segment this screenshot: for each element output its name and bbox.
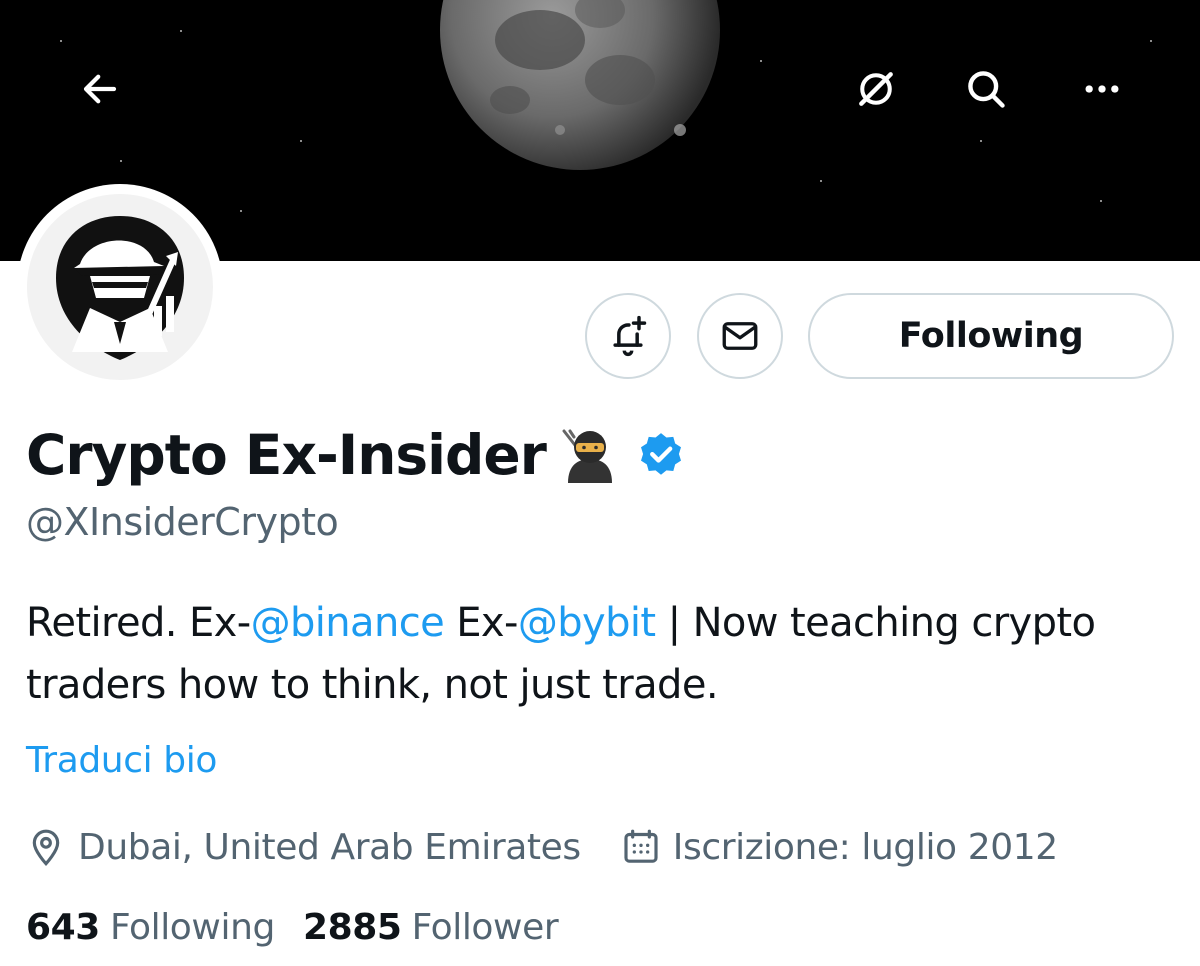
location-pin-icon <box>26 827 66 867</box>
following-button[interactable]: Following <box>808 293 1174 379</box>
envelope-icon <box>722 322 758 350</box>
translate-bio-link[interactable]: Traduci bio <box>26 740 217 781</box>
followers-count-link[interactable]: 2885 Follower <box>302 906 559 948</box>
star <box>300 140 302 142</box>
search-icon <box>968 71 1005 108</box>
star <box>240 210 242 212</box>
grok-slash-icon <box>859 72 893 106</box>
display-name: Crypto Ex-Insider <box>26 423 547 487</box>
calendar-icon <box>621 827 661 867</box>
following-count-link[interactable]: 643 Following <box>26 907 275 948</box>
message-button[interactable] <box>697 293 783 379</box>
star <box>1150 40 1152 42</box>
grok-button[interactable] <box>846 59 906 119</box>
moon-image <box>440 0 720 170</box>
mention-link[interactable]: @binance <box>251 600 445 646</box>
bio-text: Retired. Ex- <box>26 600 251 646</box>
followers-count: 2885 <box>302 906 402 948</box>
star <box>120 160 122 162</box>
star <box>180 30 182 32</box>
following-count: 643 <box>26 906 100 948</box>
arrow-left-icon <box>83 74 117 104</box>
star <box>60 40 62 42</box>
mention-link[interactable]: @bybit <box>518 600 656 646</box>
star <box>760 60 762 62</box>
verified-badge-icon[interactable] <box>636 430 686 480</box>
star <box>820 180 822 182</box>
bell-plus-icon <box>613 315 647 357</box>
more-button[interactable] <box>1072 59 1132 119</box>
profile-stats: 643 Following 2885 Follower <box>26 904 559 950</box>
bio: Retired. Ex-@binance Ex-@bybit | Now tea… <box>26 592 1176 716</box>
location-text: Dubai, United Arab Emirates <box>78 826 581 868</box>
star <box>980 140 982 142</box>
profile-meta: Dubai, United Arab Emirates Iscrizione: … <box>26 822 1058 872</box>
star <box>1100 200 1102 202</box>
avatar-image <box>27 194 213 380</box>
search-button[interactable] <box>956 59 1016 119</box>
following-label: Following <box>109 906 275 948</box>
followers-label: Follower <box>411 906 559 948</box>
name-row: Crypto Ex-Insider <box>26 418 686 492</box>
handle: @XInsiderCrypto <box>26 500 339 544</box>
joined-text: Iscrizione: luglio 2012 <box>672 826 1058 868</box>
ninja-emoji <box>560 425 620 485</box>
notify-button[interactable] <box>585 293 671 379</box>
spy-logo-icon <box>56 216 184 360</box>
back-button[interactable] <box>70 59 130 119</box>
avatar[interactable] <box>17 184 223 390</box>
bio-text: Ex- <box>444 600 518 646</box>
more-dots-icon <box>1085 85 1119 93</box>
